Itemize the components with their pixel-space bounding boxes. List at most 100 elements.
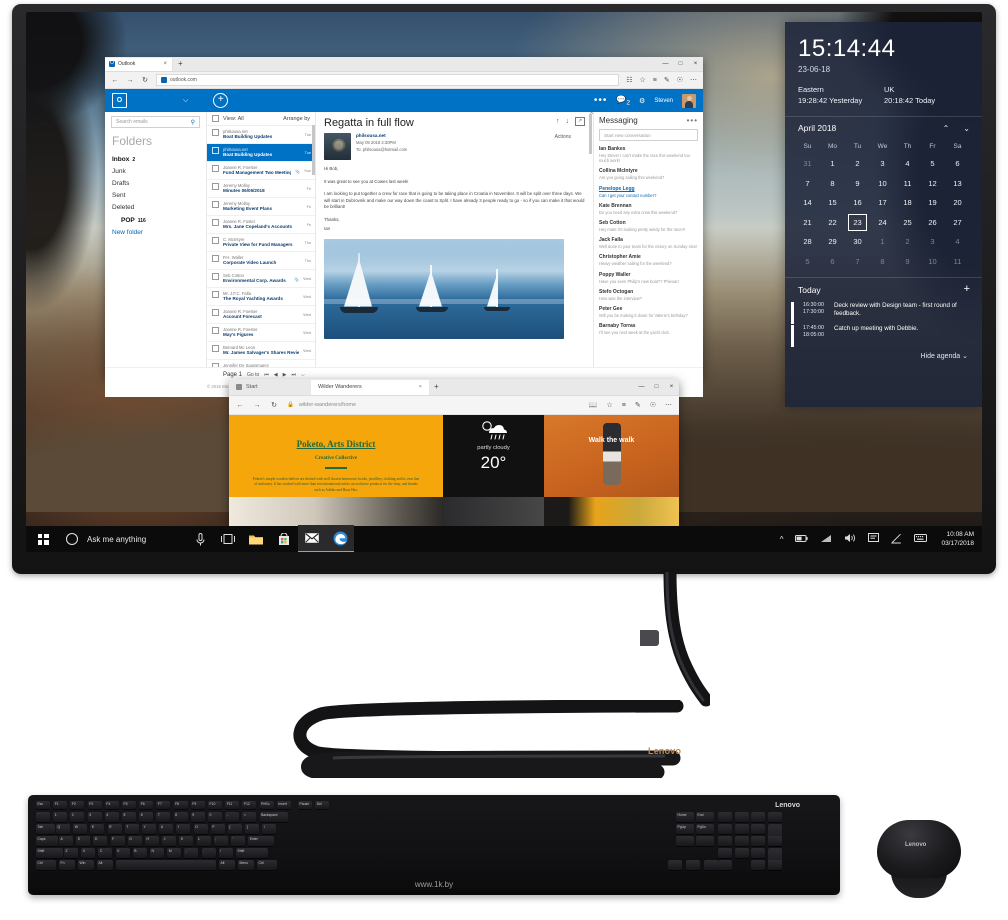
keyboard-key[interactable]: F7 [156, 801, 171, 809]
promo-text[interactable]: Walk the walk [544, 437, 679, 444]
conversation-item[interactable]: Christopher Amie Heavy weather sailing fo… [599, 254, 698, 266]
message-row[interactable]: Joanne R. Foester Fund Management Two Mee… [207, 162, 315, 180]
message-checkbox[interactable] [212, 273, 219, 280]
outlook-app-bar[interactable]: O ⌵ + ••• 💬2 ⚙ Steven [105, 89, 703, 112]
keyboard-key[interactable]: Home [676, 812, 694, 822]
keyboard-key[interactable] [734, 848, 749, 858]
keyboard-key[interactable] [751, 824, 765, 834]
keyboard-key[interactable]: S [76, 836, 91, 846]
address-bar[interactable]: 🔒 wilder-wanderers/home [287, 402, 580, 408]
keyboard-key[interactable]: / [218, 848, 233, 858]
calendar-day[interactable]: 17 [870, 193, 895, 213]
conversation-item[interactable]: Seb Cotton Hey mate it's looking pretty w… [599, 220, 698, 232]
message-row[interactable]: Jeremy Molloy Minutes 06/05/2018 Fri [207, 180, 315, 198]
new-conversation-input[interactable]: Start new conversation [599, 129, 698, 141]
keyboard-key[interactable]: ] [245, 824, 260, 834]
reading-view-icon[interactable]: ☷ [626, 76, 632, 84]
calendar-day[interactable]: 13 [945, 174, 970, 194]
site-tile-yellow[interactable] [544, 497, 679, 527]
outlook-waffle-icon[interactable]: O [112, 93, 127, 108]
calendar-day[interactable]: 30 [845, 232, 870, 252]
new-folder-button[interactable]: New folder [111, 226, 200, 238]
mouse[interactable]: Lenovo [877, 820, 961, 898]
keyboard-key[interactable]: A [59, 836, 73, 846]
keyboard-key[interactable] [676, 836, 694, 846]
keyboard-key[interactable]: Win [78, 860, 94, 870]
keyboard-key[interactable] [751, 836, 765, 846]
calendar-day[interactable]: 5 [795, 252, 820, 272]
keyboard-key[interactable] [734, 836, 749, 846]
share-icon[interactable]: ☉ [650, 401, 656, 409]
conversation-item[interactable]: Kate Brennan Do you need any extra crew t… [599, 203, 698, 215]
skype-badge[interactable]: 💬2 [616, 95, 630, 107]
calendar-day[interactable]: 7 [845, 252, 870, 272]
keyboard-key[interactable]: ' [231, 836, 245, 846]
web-note-icon[interactable]: ✎ [664, 76, 670, 84]
message-row[interactable]: P.H. Waller Corporate Video Launch Thu [207, 252, 315, 270]
keyboard-key[interactable]: 1 [53, 812, 68, 822]
message-row[interactable]: Joanne R. Foester May's Figures Wed [207, 324, 315, 342]
back-icon[interactable]: ← [111, 77, 119, 84]
message-checkbox[interactable] [212, 255, 219, 262]
keyboard-key[interactable]: F5 [122, 801, 136, 809]
message-row[interactable]: Joanne R. Foester Account Forecast Wed [207, 306, 315, 324]
keyboard-key[interactable] [718, 836, 732, 846]
hub-icon[interactable]: ≡ [653, 77, 657, 84]
keyboard-key[interactable] [751, 812, 765, 822]
message-checkbox[interactable] [212, 201, 219, 208]
keyboard-key[interactable] [751, 860, 765, 870]
keyboard-key[interactable] [767, 860, 782, 870]
volume-icon[interactable] [844, 533, 856, 545]
keyboard-key[interactable]: ; [213, 836, 228, 846]
keyboard-key[interactable]: 3 [87, 812, 102, 822]
keyboard-key[interactable]: \ [262, 824, 277, 834]
keyboard-key[interactable]: I [176, 824, 191, 834]
keyboard-key[interactable]: Alt [219, 860, 235, 870]
cortana-icon[interactable] [66, 533, 78, 545]
calendar-day[interactable]: 9 [895, 252, 920, 272]
message-checkbox[interactable] [212, 309, 219, 316]
edge-icon[interactable] [326, 525, 355, 552]
calendar-day[interactable]: 12 [920, 174, 945, 194]
taskbar-clock[interactable]: 10:08 AM 03/17/2018 [939, 530, 974, 548]
keyboard-key[interactable]: 6 [139, 812, 154, 822]
calendar-day[interactable]: 6 [945, 154, 970, 174]
arrange-by-button[interactable]: Arrange by [283, 116, 310, 122]
maximize-button[interactable]: □ [649, 380, 664, 394]
tab-close-icon[interactable]: × [163, 61, 167, 67]
more-icon[interactable]: ⋯ [665, 401, 672, 409]
close-button[interactable]: × [688, 57, 703, 71]
outlook-browser-toolbar[interactable]: ← → ↻ outlook.com ☷ ☆ ≡ ✎ ☉ ⋯ [105, 72, 703, 89]
keyboard-key[interactable]: M [167, 848, 182, 858]
popout-icon[interactable]: ↗ [575, 117, 585, 126]
forward-icon[interactable]: ↓ [566, 118, 570, 125]
keyboard-key[interactable]: Caps [36, 836, 58, 846]
close-button[interactable]: × [664, 380, 679, 394]
calendar-day[interactable]: 21 [795, 213, 820, 233]
actions-label[interactable]: Actions [555, 134, 571, 140]
keyboard-key[interactable]: T [124, 824, 139, 834]
calendar-day[interactable]: 26 [920, 213, 945, 233]
add-event-button[interactable]: + [964, 284, 970, 295]
last-page-icon[interactable]: ⏭ [292, 372, 297, 378]
forward-icon[interactable]: → [253, 402, 261, 409]
more-icon[interactable]: ⋯ [690, 76, 697, 84]
message-row[interactable]: philsousa.net Boat Building Updates Tue [207, 126, 315, 144]
keyboard-key[interactable] [718, 812, 732, 822]
hide-agenda-button[interactable]: Hide agenda ⌄ [798, 352, 970, 360]
keyboard-key[interactable]: Shift [236, 848, 268, 858]
keyboard-key[interactable]: Q [56, 824, 70, 834]
agenda-item[interactable]: 16:30:00 17:30:00 Deck review with Design … [791, 302, 970, 324]
web-page-content[interactable]: Poketo, Arts District Creative Collectiv… [229, 415, 679, 527]
calendar-day[interactable]: 7 [795, 174, 820, 194]
microsoft-store-icon[interactable] [270, 526, 298, 552]
calendar-day[interactable]: 1 [870, 232, 895, 252]
browser-tab-outlook[interactable]: Outlook × [105, 57, 173, 71]
clock-calendar-flyout[interactable]: 15:14:44 23-06-18 Eastern 19:28:42 Yeste… [785, 22, 982, 407]
conversation-item[interactable]: Peter Gee Will you be making it down for … [599, 306, 698, 318]
calendar-day[interactable]: 4 [945, 232, 970, 252]
keyboard-key[interactable]: B [132, 848, 147, 858]
keyboard-key[interactable]: Del [315, 801, 330, 809]
keyboard-key[interactable] [734, 824, 749, 834]
mouse-body[interactable]: Lenovo [877, 820, 961, 878]
